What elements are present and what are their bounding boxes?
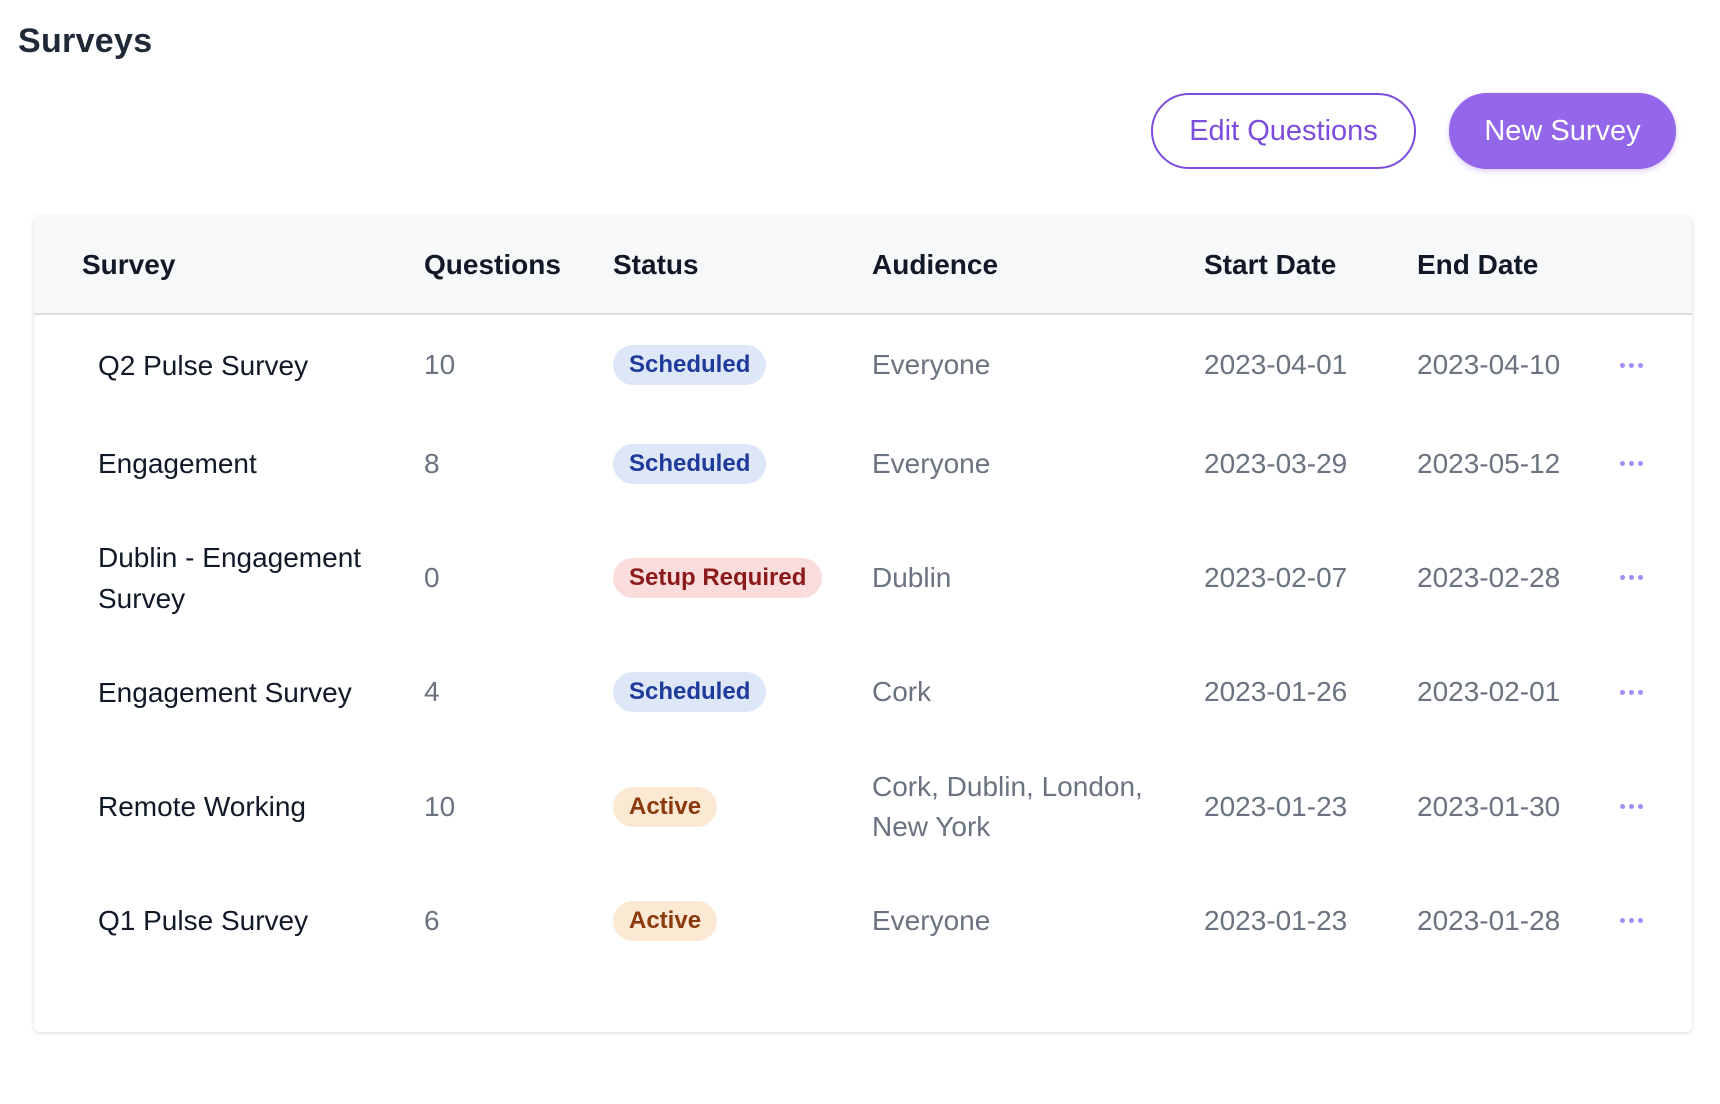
more-horizontal-icon[interactable] <box>1614 912 1649 929</box>
status-cell: Scheduled <box>613 315 767 415</box>
survey-name[interactable]: Q2 Pulse Survey <box>98 315 398 415</box>
survey-name[interactable]: Engagement <box>98 415 398 512</box>
toolbar: Edit Questions New Survey <box>1151 93 1676 169</box>
audience: Cork <box>872 676 932 707</box>
row-actions <box>1614 741 1674 872</box>
table-row[interactable]: Engagement 8 Scheduled Everyone 2023-03-… <box>34 415 1692 512</box>
status-badge: Active <box>613 786 718 827</box>
question-count: 10 <box>424 790 456 822</box>
column-header-end-date[interactable]: End Date <box>1417 216 1538 313</box>
table-row[interactable]: Q2 Pulse Survey 10 Scheduled Everyone 20… <box>34 315 1692 415</box>
new-survey-button[interactable]: New Survey <box>1449 93 1676 169</box>
status-cell: Active <box>613 872 718 969</box>
question-count: 8 <box>424 447 440 479</box>
end-date: 2023-04-10 <box>1417 349 1561 380</box>
table-row[interactable]: Dublin - Engagement Survey 0 Setup Requi… <box>34 512 1692 643</box>
status-badge: Active <box>613 900 718 941</box>
end-date: 2023-01-30 <box>1417 790 1561 822</box>
audience: Dublin <box>872 561 952 593</box>
question-count: 6 <box>424 904 440 936</box>
question-count: 4 <box>424 676 440 707</box>
question-count: 0 <box>424 561 440 593</box>
end-date: 2023-05-12 <box>1417 447 1561 479</box>
more-horizontal-icon[interactable] <box>1614 357 1649 374</box>
start-date: 2023-01-26 <box>1204 676 1348 707</box>
column-header-audience[interactable]: Audience <box>872 216 998 313</box>
surveys-table: Survey Questions Status Audience Start D… <box>34 216 1692 1032</box>
column-header-survey[interactable]: Survey <box>82 216 175 313</box>
survey-name[interactable]: Dublin - Engagement Survey <box>98 512 398 643</box>
table-header: Survey Questions Status Audience Start D… <box>34 216 1692 315</box>
audience: Everyone <box>872 447 991 479</box>
status-cell: Active <box>613 741 718 872</box>
survey-name[interactable]: Remote Working <box>98 741 398 872</box>
status-cell: Setup Required <box>613 512 823 643</box>
column-header-questions[interactable]: Questions <box>424 216 561 313</box>
row-actions <box>1614 415 1674 512</box>
table-body: Q2 Pulse Survey 10 Scheduled Everyone 20… <box>34 315 1692 969</box>
edit-questions-button[interactable]: Edit Questions <box>1151 93 1416 169</box>
more-horizontal-icon[interactable] <box>1614 455 1649 472</box>
start-date: 2023-01-23 <box>1204 904 1348 936</box>
survey-name[interactable]: Q1 Pulse Survey <box>98 872 398 969</box>
status-cell: Scheduled <box>613 415 767 512</box>
column-header-status[interactable]: Status <box>613 216 699 313</box>
table-row[interactable]: Remote Working 10 Active Cork, Dublin, L… <box>34 741 1692 872</box>
end-date: 2023-02-01 <box>1417 676 1561 707</box>
survey-name[interactable]: Engagement Survey <box>98 643 398 741</box>
audience: Everyone <box>872 904 991 936</box>
row-actions <box>1614 315 1674 415</box>
question-count: 10 <box>424 349 456 380</box>
column-header-start-date[interactable]: Start Date <box>1204 216 1336 313</box>
status-badge: Scheduled <box>613 345 767 385</box>
more-horizontal-icon[interactable] <box>1614 684 1649 701</box>
more-horizontal-icon[interactable] <box>1614 798 1649 815</box>
row-actions <box>1614 643 1674 741</box>
end-date: 2023-02-28 <box>1417 561 1561 593</box>
start-date: 2023-01-23 <box>1204 790 1348 822</box>
table-row[interactable]: Q1 Pulse Survey 6 Active Everyone 2023-0… <box>34 872 1692 969</box>
audience: Everyone <box>872 349 991 380</box>
status-badge: Scheduled <box>613 672 767 712</box>
status-badge: Scheduled <box>613 443 767 484</box>
start-date: 2023-04-01 <box>1204 349 1348 380</box>
row-actions <box>1614 872 1674 969</box>
end-date: 2023-01-28 <box>1417 904 1561 936</box>
more-horizontal-icon[interactable] <box>1614 569 1649 586</box>
row-actions <box>1614 512 1674 643</box>
status-badge: Setup Required <box>613 557 823 598</box>
audience: Cork, Dublin, London, New York <box>872 770 1143 842</box>
page-title: Surveys <box>18 22 153 60</box>
start-date: 2023-02-07 <box>1204 561 1348 593</box>
table-row[interactable]: Engagement Survey 4 Scheduled Cork 2023-… <box>34 643 1692 741</box>
status-cell: Scheduled <box>613 643 767 741</box>
start-date: 2023-03-29 <box>1204 447 1348 479</box>
